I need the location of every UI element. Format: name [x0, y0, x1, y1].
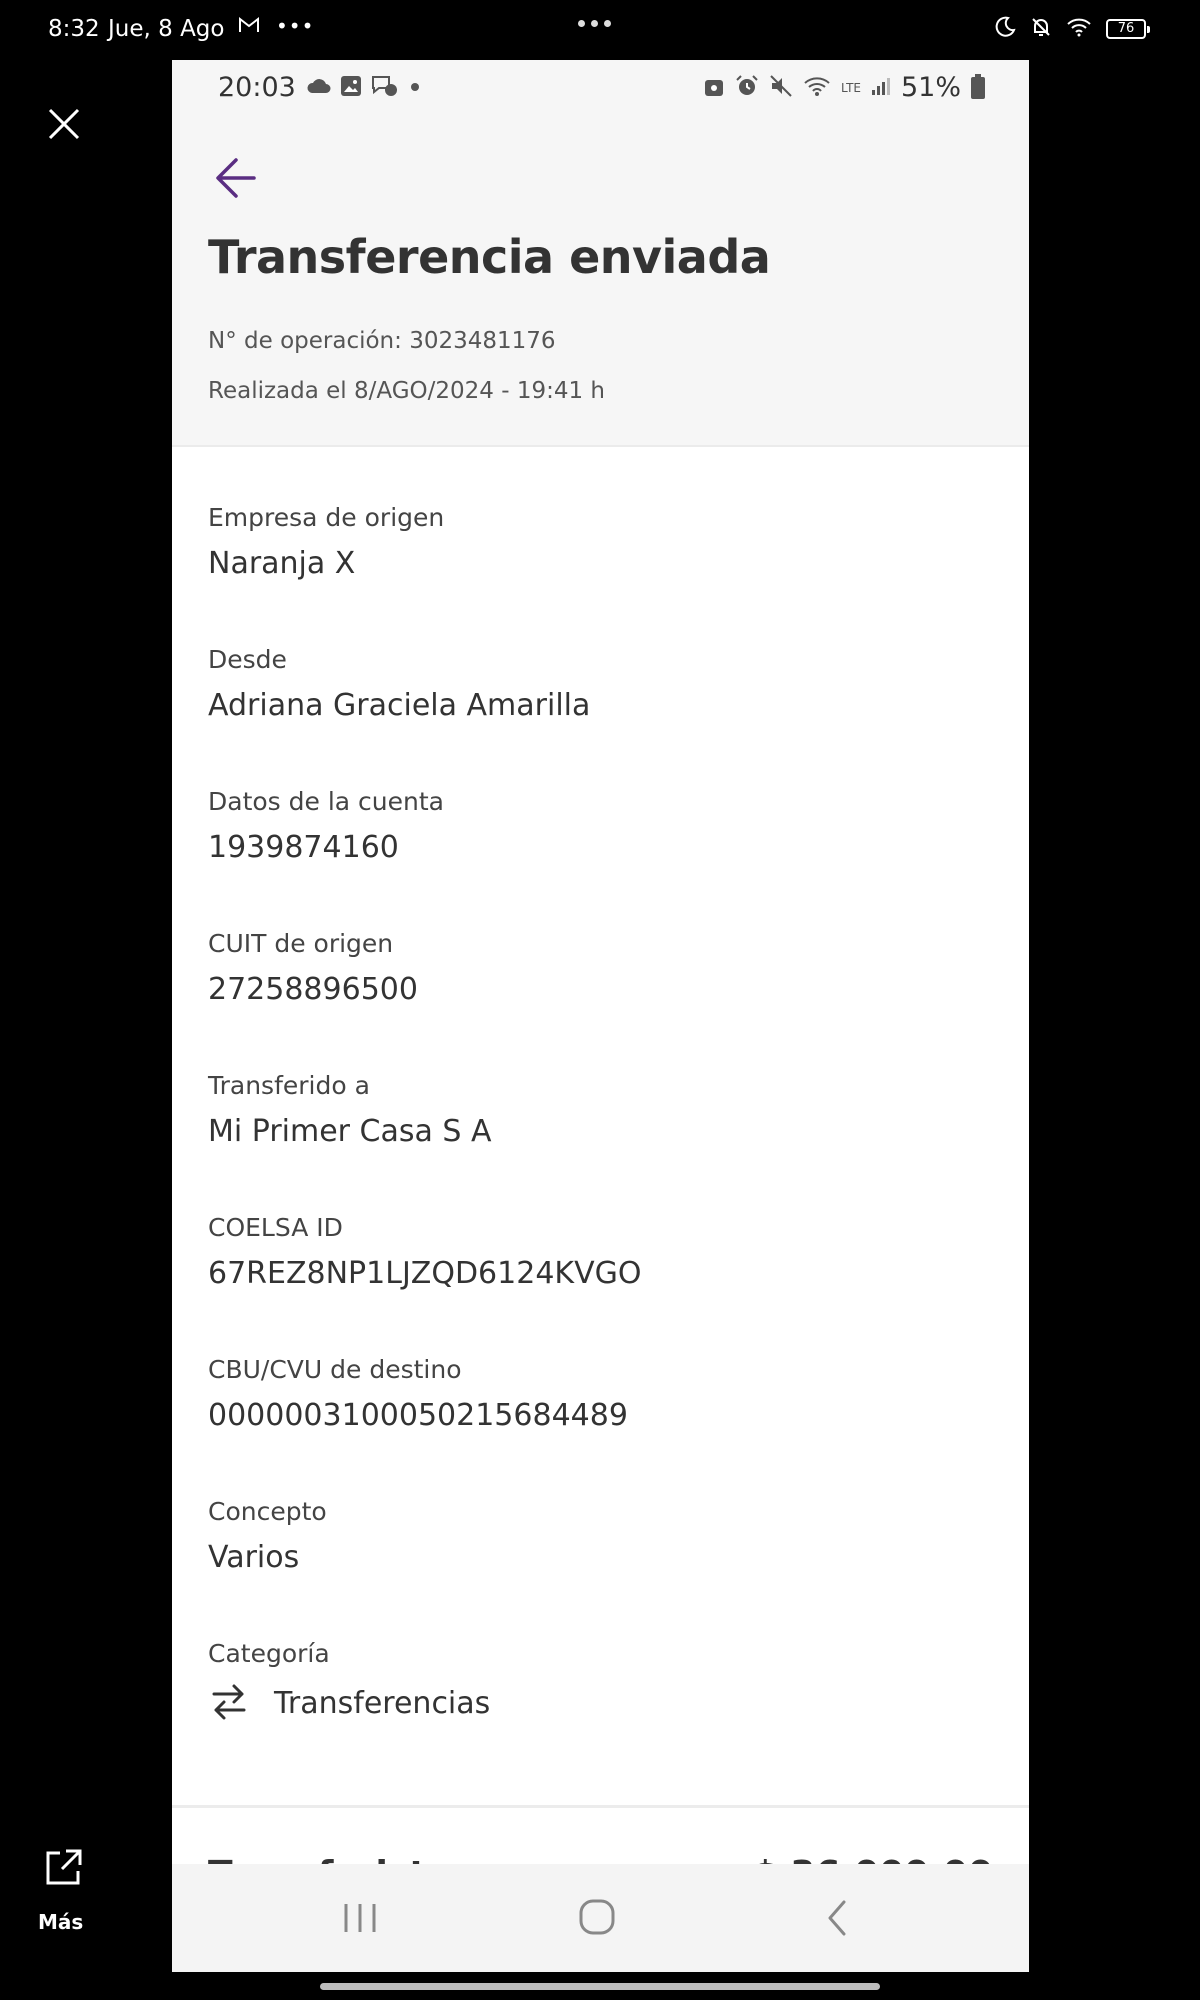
tablet-date: Jue, 8 Ago — [108, 16, 225, 42]
detail-value: Naranja X — [208, 546, 356, 581]
detail-value: Varios — [208, 1540, 300, 1575]
detail-origin-company: Empresa de origen Naranja X — [208, 503, 444, 581]
home-icon[interactable] — [578, 1898, 616, 1936]
page-title: Transferencia enviada — [208, 230, 771, 284]
detail-cbu: CBU/CVU de destino 000000310005021568448… — [208, 1355, 628, 1433]
back-arrow-icon[interactable] — [208, 148, 268, 208]
phone-status-bar: 20:03 LTE 51% — [172, 60, 1029, 120]
detail-label: Empresa de origen — [208, 503, 445, 532]
tablet-status-bar: 8:32 Jue, 8 Ago ••• 76 — [0, 0, 1200, 58]
close-icon[interactable] — [44, 104, 84, 144]
moon-icon — [994, 16, 1016, 42]
more-button[interactable]: Más — [38, 1910, 83, 1934]
detail-concept: Concepto Varios — [208, 1497, 327, 1575]
detail-label: Datos de la cuenta — [208, 787, 444, 816]
transfer-arrows-icon — [208, 1680, 250, 1726]
detail-cuit: CUIT de origen 27258896500 — [208, 929, 418, 1007]
detail-value: Mi Primer Casa S A — [208, 1114, 492, 1149]
detail-value: 27258896500 — [208, 972, 418, 1007]
detail-value: 67REZ8NP1LJZQD6124KVGO — [208, 1256, 642, 1291]
battery-percent: 51% — [900, 72, 961, 103]
operation-date: Realizada el 8/AGO/2024 - 19:41 h — [208, 378, 606, 404]
detail-from: Desde Adriana Graciela Amarilla — [208, 645, 590, 723]
battery-icon — [971, 73, 985, 99]
navigation-bar — [172, 1864, 1029, 1972]
detail-label: Categoría — [208, 1639, 330, 1668]
detail-label: CUIT de origen — [208, 929, 394, 958]
tablet-clock: 8:32 — [48, 16, 100, 42]
detail-label: COELSA ID — [208, 1213, 343, 1242]
operation-number: N° de operación: 3023481176 — [208, 328, 556, 354]
detail-value: 1939874160 — [208, 830, 399, 865]
detail-label: Desde — [208, 645, 287, 674]
receipt-header: 20:03 LTE 51% Transferencia enviada N° d… — [172, 60, 1029, 447]
signal-icon — [871, 76, 891, 100]
bell-muted-icon — [1030, 16, 1052, 42]
detail-recipient: Transferido a Mi Primer Casa S A — [208, 1071, 492, 1149]
detail-value: Adriana Graciela Amarilla — [208, 688, 591, 723]
home-indicator[interactable] — [320, 1983, 880, 1990]
section-divider — [172, 1805, 1029, 1808]
recents-icon[interactable] — [340, 1900, 380, 1936]
nav-back-icon[interactable] — [824, 1898, 850, 1938]
battery-icon: 76 — [1106, 19, 1150, 39]
detail-coelsa-id: COELSA ID 67REZ8NP1LJZQD6124KVGO — [208, 1213, 641, 1291]
more-notifications-icon: ••• — [276, 14, 315, 38]
wifi-icon — [1066, 17, 1092, 41]
detail-label: Transferido a — [208, 1071, 370, 1100]
gmail-icon — [238, 16, 260, 38]
lte-icon: LTE — [841, 80, 861, 95]
security-icon — [703, 74, 725, 102]
mute-icon — [769, 74, 793, 102]
detail-value: 0000003100050215684489 — [208, 1398, 628, 1433]
dot-icon — [408, 79, 422, 98]
cloud-icon — [306, 77, 332, 99]
detail-label: Concepto — [208, 1497, 327, 1526]
category-value: Transferencias — [274, 1685, 491, 1721]
detail-label: CBU/CVU de destino — [208, 1355, 462, 1384]
phone-screen: 20:03 LTE 51% Transferencia enviada N° d… — [172, 60, 1029, 1972]
detail-category: Categoría Transferencias — [208, 1639, 490, 1726]
phone-clock: 20:03 — [218, 72, 296, 103]
wifi-icon — [803, 75, 831, 101]
alarm-icon — [735, 74, 759, 102]
window-options-icon[interactable] — [578, 20, 611, 27]
gallery-icon — [340, 75, 362, 101]
detail-account: Datos de la cuenta 1939874160 — [208, 787, 444, 865]
messenger-icon — [370, 74, 400, 102]
share-icon[interactable] — [40, 1845, 86, 1891]
